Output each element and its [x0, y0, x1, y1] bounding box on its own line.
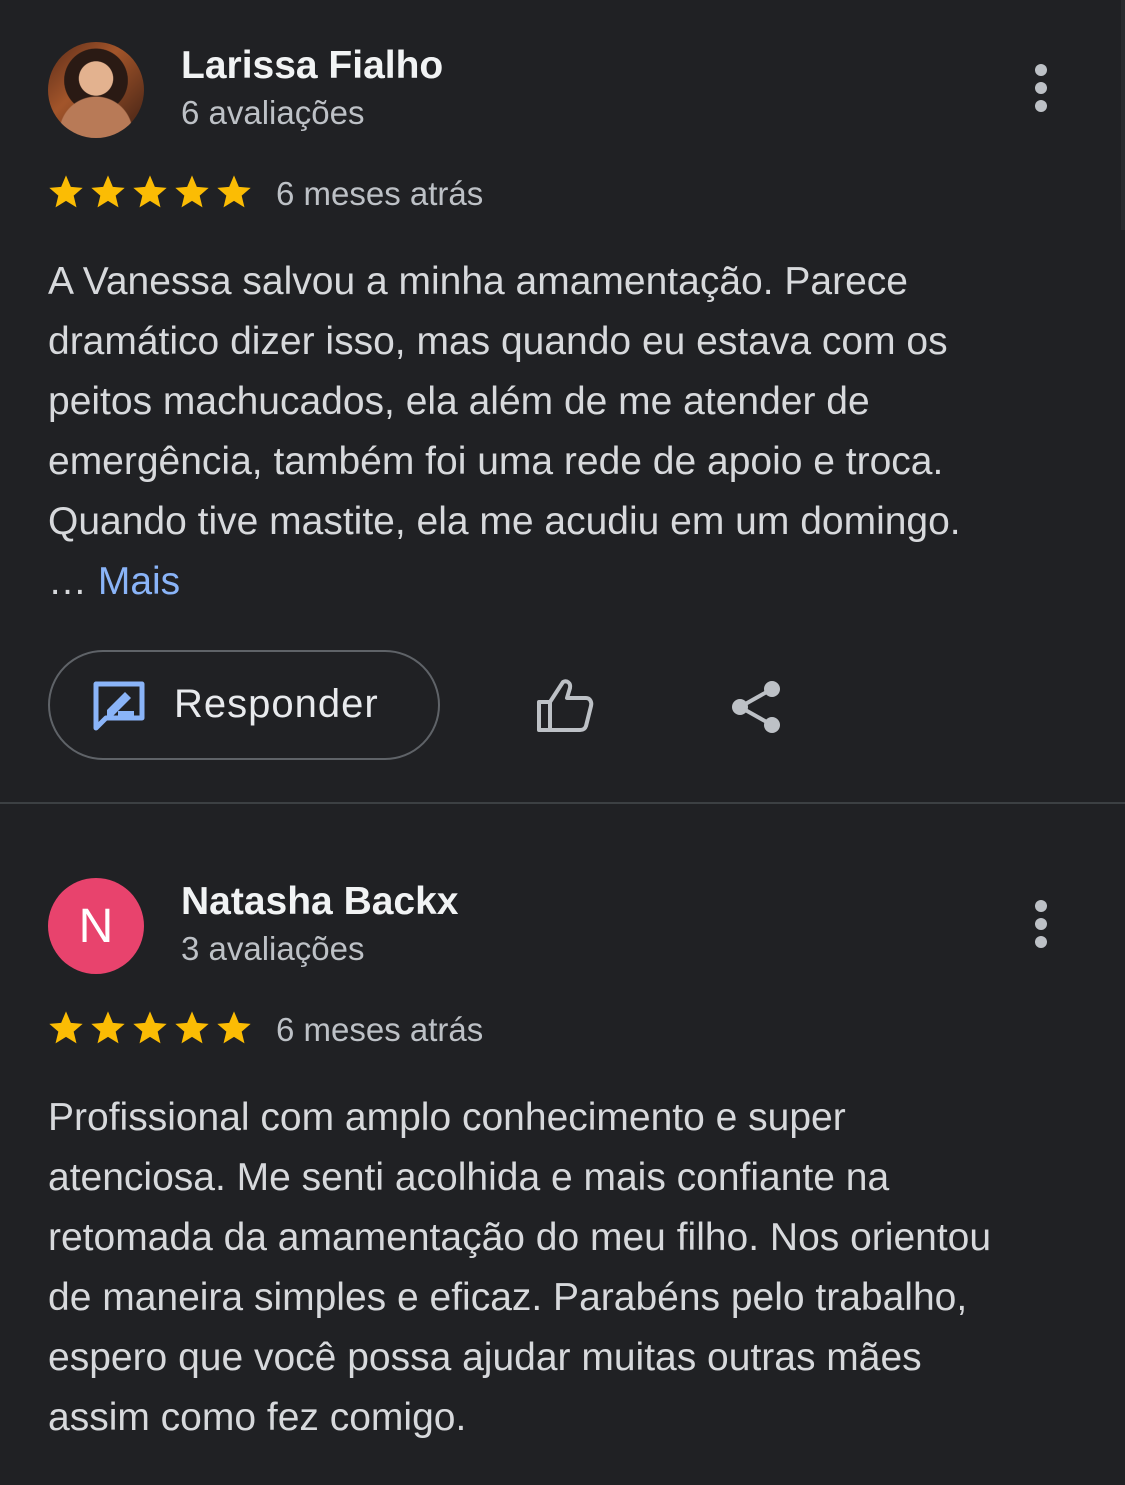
- review-date: 6 meses atrás: [276, 175, 484, 212]
- star-icon: [49, 175, 83, 208]
- star-icon: [91, 175, 125, 208]
- star-icon: [133, 1011, 167, 1044]
- review-text-line: de maneira simples e eficaz. Parabéns pe…: [48, 1276, 968, 1319]
- review-actions: Responder: [0, 650, 1125, 764]
- scrollbar[interactable]: [1121, 0, 1125, 230]
- review-date: 6 meses atrás: [276, 1011, 484, 1048]
- reply-button[interactable]: Responder: [48, 650, 440, 760]
- reviewer-review-count[interactable]: 6 avaliações: [181, 94, 364, 132]
- review-text-line: espero que você possa ajudar muitas outr…: [48, 1336, 922, 1379]
- review-text-line: atenciosa. Me senti acolhida e mais conf…: [48, 1156, 890, 1199]
- thumbs-up-icon[interactable]: [536, 678, 594, 732]
- avatar[interactable]: [48, 42, 144, 138]
- star-icon: [175, 1011, 209, 1044]
- review-text-line: Quando tive mastite, ela me acudiu em um…: [48, 500, 961, 543]
- reviewer-name[interactable]: Larissa Fialho: [181, 44, 443, 88]
- more-vertical-icon[interactable]: [1024, 60, 1058, 120]
- reviews-page: Larissa Fialho 6 avaliações 6 meses atrá…: [0, 0, 1125, 1485]
- review-text-line: peitos machucados, ela além de me atende…: [48, 380, 870, 423]
- reviewer-review-count[interactable]: 3 avaliações: [181, 930, 364, 968]
- review-text-line: emergência, também foi uma rede de apoio…: [48, 440, 944, 483]
- more-vertical-icon[interactable]: [1024, 896, 1058, 956]
- review-text-line: dramático dizer isso, mas quando eu esta…: [48, 320, 948, 363]
- reviewer-name[interactable]: Natasha Backx: [181, 880, 459, 924]
- star-icon: [175, 175, 209, 208]
- star-icon: [217, 1011, 251, 1044]
- review-text-line: assim como fez comigo.: [48, 1396, 467, 1439]
- review-text: Profissional com amplo conhecimento e su…: [48, 1088, 1098, 1448]
- more-link[interactable]: Mais: [98, 560, 180, 603]
- star-icon: [133, 175, 167, 208]
- star-icon: [91, 1011, 125, 1044]
- star-icon: [49, 1011, 83, 1044]
- divider: [0, 802, 1125, 804]
- review-text-line: retomada da amamentação do meu filho. No…: [48, 1216, 992, 1259]
- review-text-line: A Vanessa salvou a minha amamentação. Pa…: [48, 260, 908, 303]
- star-icon: [217, 175, 251, 208]
- avatar[interactable]: N: [48, 878, 144, 974]
- share-icon[interactable]: [730, 680, 782, 734]
- star-rating: [46, 1008, 254, 1048]
- reply-label: Responder: [174, 682, 379, 726]
- ellipsis: …: [48, 560, 87, 603]
- reply-edit-icon: [93, 681, 145, 731]
- review-text: A Vanessa salvou a minha amamentação. Pa…: [48, 252, 1098, 612]
- review-text-line: Profissional com amplo conhecimento e su…: [48, 1096, 846, 1139]
- star-rating: [46, 172, 254, 212]
